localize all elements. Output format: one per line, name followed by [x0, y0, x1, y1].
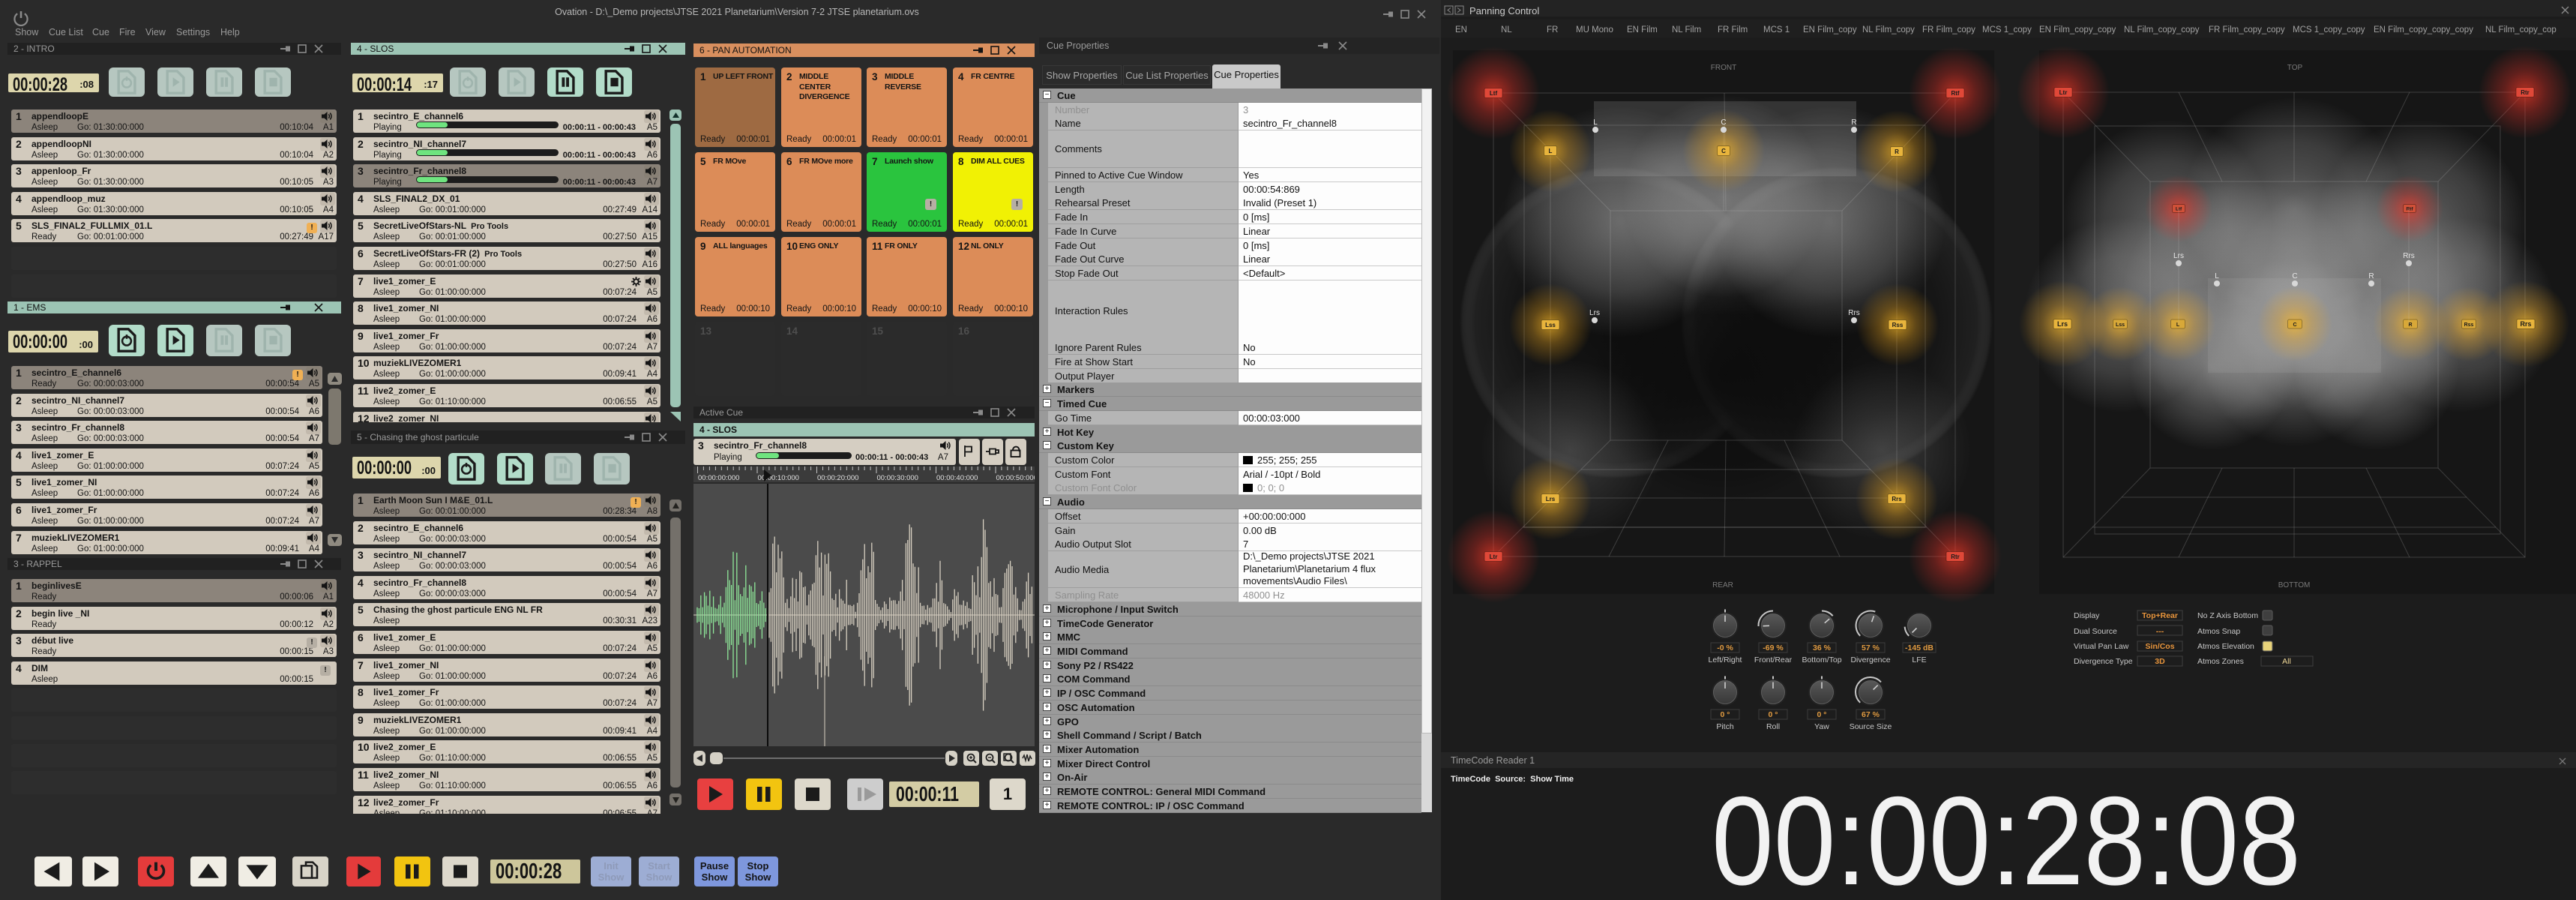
svg-text:FR: FR [1547, 26, 1558, 34]
svg-text:BOTTOM: BOTTOM [2278, 581, 2311, 590]
svg-text:Rtf: Rtf [1951, 90, 1959, 97]
svg-text:TimeCode Reader 1: TimeCode Reader 1 [1451, 755, 1535, 766]
svg-text:MCS 1_copy_copy: MCS 1_copy_copy [2293, 26, 2365, 34]
svg-text:EN: EN [1455, 26, 1467, 34]
svg-text:EN Film_copy_copy_copy: EN Film_copy_copy_copy [2374, 26, 2473, 34]
svg-text:67 %: 67 % [1862, 710, 1880, 719]
svg-text:NL Film_copy_copy: NL Film_copy_copy [2124, 26, 2200, 34]
svg-text:Lss: Lss [2116, 322, 2125, 328]
svg-text:FRONT: FRONT [1711, 64, 1736, 72]
svg-text:L: L [2176, 322, 2180, 328]
svg-text:Display: Display [2074, 611, 2100, 620]
svg-text:Ltr: Ltr [1490, 554, 1498, 560]
svg-text:36 %: 36 % [1813, 644, 1832, 652]
svg-text:R: R [2368, 272, 2374, 280]
svg-text:0 °: 0 ° [1721, 710, 1730, 719]
svg-text:Ltf: Ltf [1490, 90, 1498, 97]
svg-text:Front/Rear: Front/Rear [1754, 656, 1793, 664]
svg-text:Rrs: Rrs [1848, 309, 1860, 317]
svg-text:Source Size: Source Size [1850, 722, 1892, 731]
svg-text:00:00:28:08: 00:00:28:08 [1712, 770, 2301, 900]
svg-text:Atmos Snap: Atmos Snap [2197, 627, 2240, 636]
svg-text:Pitch: Pitch [1716, 722, 1734, 731]
svg-text:MU Mono: MU Mono [1576, 26, 1613, 34]
svg-text:Bottom/Top: Bottom/Top [1802, 656, 1841, 664]
svg-text:00:00:30:000: 00:00:30:000 [877, 474, 918, 482]
svg-text:EN Film_copy_copy: EN Film_copy_copy [2039, 26, 2116, 34]
svg-text:MCS 1: MCS 1 [1763, 26, 1790, 34]
svg-text:-69 %: -69 % [1763, 644, 1784, 652]
svg-text:Panning Control: Panning Control [1469, 5, 1539, 16]
svg-text:Lrs: Lrs [2173, 252, 2184, 260]
svg-text:FR Film_copy: FR Film_copy [1922, 26, 1975, 34]
svg-text:No Z Axis Bottom: No Z Axis Bottom [2197, 611, 2258, 620]
svg-text:Top+Rear: Top+Rear [2142, 611, 2178, 620]
svg-text:Lrs: Lrs [2057, 320, 2068, 328]
svg-text:Rrs: Rrs [2520, 320, 2531, 328]
svg-text:00:00:00:000: 00:00:00:000 [698, 474, 739, 482]
svg-text:EN Film: EN Film [1627, 26, 1658, 34]
svg-text:C: C [2292, 272, 2297, 280]
svg-text:EN Film_copy: EN Film_copy [1803, 26, 1857, 34]
svg-text:TimeCode Source: Show Time: TimeCode Source: Show Time [1451, 775, 1574, 784]
svg-text:Rtf: Rtf [2406, 207, 2413, 212]
svg-text:Atmos Elevation: Atmos Elevation [2197, 642, 2254, 651]
svg-text:00:00:10:000: 00:00:10:000 [758, 474, 799, 482]
svg-text:TOP: TOP [2287, 64, 2303, 72]
svg-text:Divergence Type: Divergence Type [2074, 657, 2133, 666]
svg-text:L: L [1593, 118, 1598, 127]
svg-text:00:00:50:000: 00:00:50:000 [996, 474, 1035, 482]
svg-text:Rrs: Rrs [1892, 496, 1902, 502]
svg-text:Rss: Rss [1892, 322, 1904, 328]
svg-text:3D: 3D [2155, 657, 2165, 666]
svg-text:R: R [1895, 148, 1899, 155]
svg-text:Yaw: Yaw [1814, 722, 1829, 731]
svg-text:FR Film_copy_copy: FR Film_copy_copy [2209, 26, 2285, 34]
svg-text:0 °: 0 ° [1769, 710, 1778, 719]
svg-text:Left/Right: Left/Right [1709, 656, 1742, 664]
svg-text:Rss: Rss [2464, 322, 2474, 328]
svg-text:C: C [1721, 148, 1726, 154]
svg-text:NL Film: NL Film [1672, 26, 1701, 34]
svg-text:LFE: LFE [1912, 656, 1926, 664]
svg-text:57 %: 57 % [1862, 644, 1880, 652]
svg-text:All: All [2282, 657, 2291, 666]
svg-text:00:00:40:000: 00:00:40:000 [936, 474, 978, 482]
svg-text:-0 %: -0 % [1717, 644, 1733, 652]
svg-text:REAR: REAR [1712, 581, 1733, 590]
svg-text:---: --- [2156, 627, 2164, 636]
svg-text:Rrs: Rrs [2403, 252, 2415, 260]
svg-text:L: L [1549, 148, 1553, 154]
svg-text:Lss: Lss [1545, 322, 1556, 328]
svg-text:Rtr: Rtr [2521, 89, 2530, 96]
svg-text:0 °: 0 ° [1817, 710, 1827, 719]
svg-text:R: R [1851, 118, 1856, 127]
svg-text:Divergence: Divergence [1850, 656, 1890, 664]
svg-text:Rtr: Rtr [1951, 554, 1960, 560]
svg-text:Virtual Pan Law: Virtual Pan Law [2074, 642, 2129, 651]
svg-text:NL: NL [1501, 26, 1512, 34]
svg-text:FR Film: FR Film [1718, 26, 1748, 34]
svg-text:L: L [2215, 272, 2219, 280]
svg-text:Dual Source: Dual Source [2074, 627, 2117, 636]
svg-text:Ltr: Ltr [2059, 89, 2068, 96]
svg-text:Sin/Cos: Sin/Cos [2145, 642, 2174, 651]
svg-text:MCS 1_copy: MCS 1_copy [1982, 26, 2032, 34]
svg-text:Roll: Roll [1766, 722, 1780, 731]
svg-text:NL Film_copy: NL Film_copy [1862, 26, 1915, 34]
svg-text:Atmos Zones: Atmos Zones [2197, 657, 2244, 666]
svg-text:C: C [2293, 322, 2296, 328]
svg-text:C: C [1721, 118, 1726, 127]
svg-text:Lrs: Lrs [1546, 496, 1556, 502]
svg-text:Lrs: Lrs [1589, 309, 1600, 317]
svg-text:00:00:20:000: 00:00:20:000 [817, 474, 858, 482]
svg-text:NL Film_copy_cop: NL Film_copy_cop [2485, 26, 2557, 34]
svg-text:-145 dB: -145 dB [1905, 644, 1933, 652]
